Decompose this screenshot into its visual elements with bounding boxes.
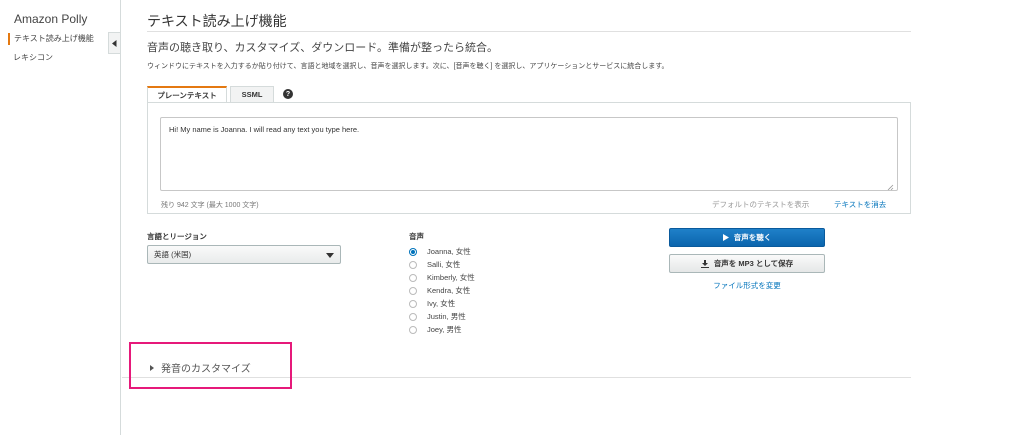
annotation-highlight-box	[129, 342, 292, 389]
sidebar-collapse-button[interactable]	[108, 32, 120, 54]
voice-option-justin[interactable]: Justin, 男性	[409, 310, 475, 323]
radio-button[interactable]	[409, 273, 417, 282]
instructions-text: ウィンドウにテキストを入力するか貼り付けて、言語と地域を選択し、音声を選択します…	[147, 63, 669, 70]
text-input[interactable]: Hi! My name is Joanna. I will read any t…	[160, 117, 898, 191]
play-icon	[722, 234, 729, 241]
voice-option-joey[interactable]: Joey, 男性	[409, 323, 475, 336]
listen-button[interactable]: 音声を聴く	[669, 228, 825, 247]
voice-option-ivy[interactable]: Ivy, 女性	[409, 297, 475, 310]
language-region-label: 言語とリージョン	[147, 232, 207, 241]
voice-option-label: Kimberly, 女性	[427, 273, 475, 282]
language-region-select[interactable]: 英語 (米国)	[147, 245, 341, 264]
help-icon[interactable]: ?	[283, 89, 293, 99]
sidebar-title: Amazon Polly	[14, 12, 88, 26]
text-input-panel: Hi! My name is Joanna. I will read any t…	[147, 102, 911, 214]
radio-button[interactable]	[409, 312, 417, 321]
voice-option-label: Ivy, 女性	[427, 299, 456, 308]
voice-label: 音声	[409, 232, 424, 241]
title-divider	[147, 31, 911, 32]
caret-down-icon	[326, 253, 334, 258]
sidebar-item-text-to-speech[interactable]: テキスト読み上げ機能	[8, 33, 94, 45]
chevron-left-icon	[112, 39, 117, 47]
page-title: テキスト読み上げ機能	[147, 13, 287, 29]
listen-button-label: 音声を聴く	[733, 233, 772, 242]
voice-option-joanna[interactable]: Joanna, 女性	[409, 245, 475, 258]
change-file-format-link[interactable]: ファイル形式を変更	[669, 280, 825, 291]
show-default-text-link[interactable]: デフォルトのテキストを表示	[712, 199, 809, 210]
radio-button[interactable]	[409, 247, 417, 256]
radio-button[interactable]	[409, 325, 417, 334]
tab-plain-text[interactable]: プレーンテキスト	[147, 86, 227, 103]
voice-option-label: Salli, 女性	[427, 260, 461, 269]
voice-option-kimberly[interactable]: Kimberly, 女性	[409, 271, 475, 284]
input-tabs: プレーンテキスト SSML ?	[147, 85, 293, 103]
voice-option-salli[interactable]: Salli, 女性	[409, 258, 475, 271]
voice-option-label: Joanna, 女性	[427, 247, 471, 256]
voice-option-kendra[interactable]: Kendra, 女性	[409, 284, 475, 297]
voice-option-label: Justin, 男性	[427, 312, 466, 321]
radio-button[interactable]	[409, 299, 417, 308]
radio-button[interactable]	[409, 286, 417, 295]
sidebar-item-lexicons[interactable]: レキシコン	[8, 52, 53, 64]
radio-button[interactable]	[409, 260, 417, 269]
voice-list: Joanna, 女性 Salli, 女性 Kimberly, 女性 Kendra…	[409, 245, 475, 336]
sidebar: Amazon Polly テキスト読み上げ機能 レキシコン	[0, 0, 108, 435]
language-region-value: 英語 (米国)	[154, 250, 192, 259]
clear-text-link[interactable]: テキストを消去	[834, 199, 886, 210]
sidebar-divider	[120, 0, 121, 435]
download-icon	[700, 259, 709, 268]
voice-option-label: Kendra, 女性	[427, 286, 471, 295]
resize-grip-icon[interactable]	[886, 183, 894, 191]
page-subtitle: 音声の聴き取り、カスタマイズ、ダウンロード。準備が整ったら統合。	[147, 42, 499, 54]
voice-option-label: Joey, 男性	[427, 325, 462, 334]
character-count: 残り 942 文字 (最大 1000 文字)	[161, 202, 259, 209]
tab-ssml[interactable]: SSML	[230, 86, 274, 103]
save-mp3-button[interactable]: 音声を MP3 として保存	[669, 254, 825, 273]
save-mp3-button-label: 音声を MP3 として保存	[713, 259, 794, 268]
